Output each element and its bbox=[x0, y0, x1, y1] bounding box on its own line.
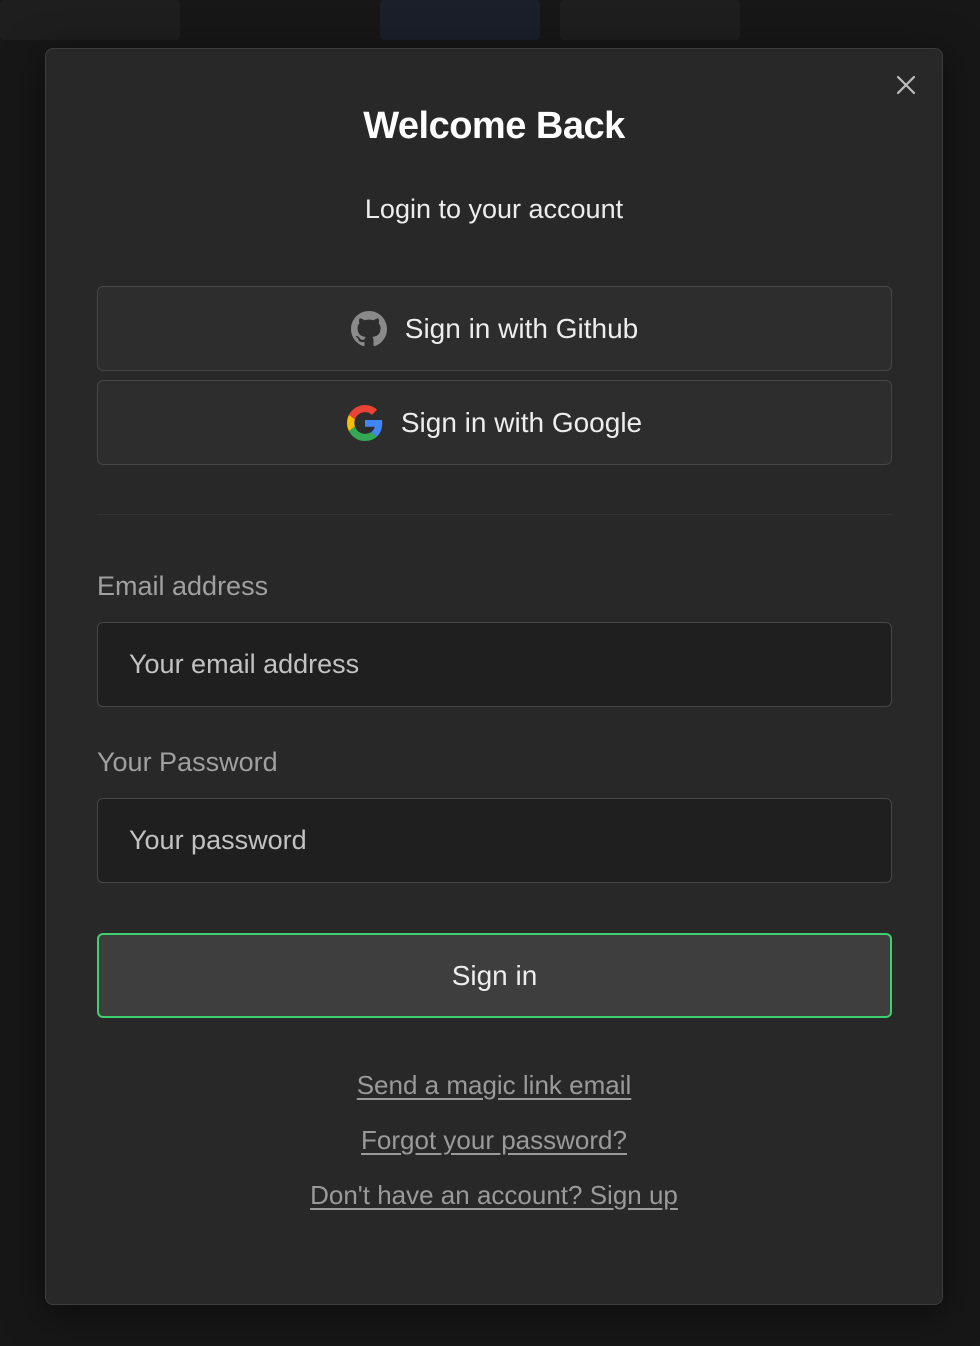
backdrop-shape bbox=[380, 0, 540, 40]
github-signin-label: Sign in with Github bbox=[404, 312, 639, 344]
backdrop-shape bbox=[0, 0, 180, 40]
google-icon bbox=[346, 404, 383, 441]
magic-link-email-link[interactable]: Send a magic link email bbox=[357, 1070, 632, 1100]
sign-up-link[interactable]: Don't have an account? Sign up bbox=[310, 1180, 678, 1210]
backdrop-shape bbox=[560, 0, 740, 40]
forgot-password-link[interactable]: Forgot your password? bbox=[361, 1125, 627, 1155]
github-signin-button[interactable]: Sign in with Github bbox=[97, 286, 892, 371]
email-input[interactable] bbox=[97, 622, 892, 707]
sign-up-row: Don't have an account? Sign up bbox=[46, 1180, 942, 1211]
close-button[interactable] bbox=[894, 73, 918, 97]
sign-in-button[interactable]: Sign in bbox=[97, 933, 892, 1018]
github-icon bbox=[350, 310, 387, 347]
password-input[interactable] bbox=[97, 798, 892, 883]
email-label: Email address bbox=[97, 571, 269, 601]
login-modal: Welcome Back Login to your account Sign … bbox=[45, 48, 943, 1305]
divider bbox=[97, 514, 892, 515]
password-label: Your Password bbox=[97, 747, 278, 777]
close-icon bbox=[896, 75, 916, 95]
modal-title: Welcome Back bbox=[363, 105, 625, 147]
modal-subtitle: Login to your account bbox=[364, 194, 624, 224]
google-signin-button[interactable]: Sign in with Google bbox=[97, 380, 892, 465]
google-signin-label: Sign in with Google bbox=[400, 406, 643, 438]
magic-link-row: Send a magic link email bbox=[46, 1070, 942, 1101]
forgot-password-row: Forgot your password? bbox=[46, 1125, 942, 1156]
